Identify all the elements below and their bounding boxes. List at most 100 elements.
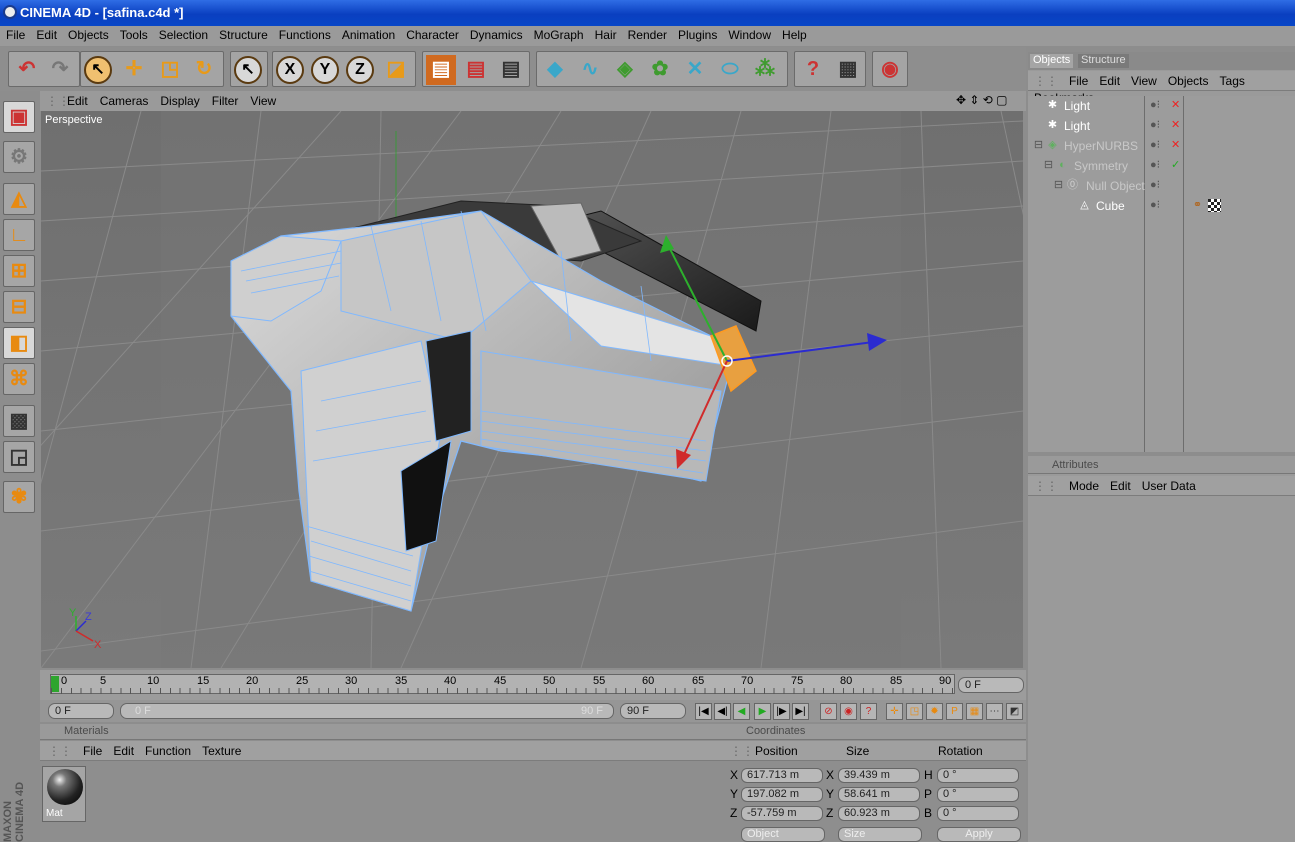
tab-structure[interactable]: Structure bbox=[1078, 54, 1129, 68]
keyframe-selection-icon[interactable]: ? bbox=[860, 703, 877, 720]
prev-key-icon[interactable]: ◀| bbox=[714, 703, 731, 720]
next-key-icon[interactable]: |▶ bbox=[773, 703, 790, 720]
menu-animation[interactable]: Animation bbox=[336, 26, 400, 42]
coordinate-mode-select[interactable]: Object bbox=[741, 827, 825, 842]
particle-icon[interactable]: ⁂ bbox=[750, 55, 780, 85]
key-scale-icon[interactable]: ◳ bbox=[906, 703, 923, 720]
menu-structure[interactable]: Structure bbox=[213, 26, 273, 42]
rotate-icon[interactable]: ↻ bbox=[189, 55, 219, 85]
viewport-nav-icons[interactable]: ✥ ⇕ ⟲ ▢ bbox=[956, 93, 1008, 107]
object-row-light-1[interactable]: ✱ Light ●⁝ ✕ bbox=[1028, 96, 1295, 116]
viewport-menu-view[interactable]: View bbox=[243, 91, 281, 108]
viewport-menu-cameras[interactable]: Cameras bbox=[93, 91, 154, 108]
play-backward-icon[interactable]: ◀ bbox=[733, 703, 750, 720]
end-frame-field[interactable]: 90 F bbox=[620, 703, 686, 719]
objects-menu-view[interactable]: View bbox=[1125, 71, 1162, 88]
pos-x-field[interactable]: 617.713 m bbox=[741, 768, 823, 783]
tweak-mode-icon[interactable]: ✾ bbox=[3, 481, 35, 513]
menu-hair[interactable]: Hair bbox=[589, 26, 622, 42]
coordinate-manager-icon[interactable]: ▦ bbox=[833, 55, 863, 85]
objects-menu-tags[interactable]: Tags bbox=[1214, 71, 1250, 88]
viewport-menu-filter[interactable]: Filter bbox=[205, 91, 244, 108]
cinema4d-app-icon[interactable] bbox=[3, 5, 17, 19]
layout-icon[interactable]: ▣ bbox=[3, 101, 35, 133]
array-icon[interactable]: ✿ bbox=[645, 55, 675, 85]
size-z-field[interactable]: 60.923 m bbox=[838, 806, 920, 821]
render-view-icon[interactable]: ▤ bbox=[426, 55, 456, 85]
play-forward-icon[interactable]: ▶ bbox=[754, 703, 771, 720]
cube-primitive-icon[interactable]: ◆ bbox=[540, 55, 570, 85]
model-mode-icon[interactable]: ◭ bbox=[3, 183, 35, 215]
objects-menu-objects[interactable]: Objects bbox=[1162, 71, 1214, 88]
collapse-icon[interactable]: ⊟ bbox=[1052, 179, 1065, 192]
select-icon[interactable]: ↖ bbox=[84, 56, 112, 84]
viewport-menu-edit[interactable]: Edit bbox=[60, 91, 93, 108]
timeline-options-icon[interactable]: ⋯ bbox=[986, 703, 1003, 720]
menu-edit[interactable]: Edit bbox=[30, 26, 62, 42]
world-coordinates-icon[interactable]: ◪ bbox=[381, 55, 411, 85]
menu-objects[interactable]: Objects bbox=[62, 26, 114, 42]
menu-render[interactable]: Render bbox=[622, 26, 672, 42]
attributes-menu-userdata[interactable]: User Data bbox=[1136, 476, 1201, 493]
live-select-icon[interactable]: ↖ bbox=[234, 56, 262, 84]
menu-mograph[interactable]: MoGraph bbox=[528, 26, 589, 42]
polygons-mode-icon[interactable]: ◧ bbox=[3, 327, 35, 359]
texture-mode-icon[interactable]: ⚙ bbox=[3, 141, 35, 173]
render-settings-icon[interactable]: ▤ bbox=[496, 55, 526, 85]
x-axis-lock[interactable]: X bbox=[276, 56, 304, 84]
material-tag-icon[interactable] bbox=[1208, 199, 1221, 212]
objects-menu-file[interactable]: File bbox=[1063, 71, 1093, 88]
size-y-field[interactable]: 58.641 m bbox=[838, 787, 920, 802]
viewport-menu-display[interactable]: Display bbox=[153, 91, 204, 108]
record-icon[interactable]: ⊘ bbox=[820, 703, 837, 720]
object-row-cube[interactable]: ◬ Cube ●⁝ ⚭ bbox=[1028, 196, 1295, 216]
scheme-icon[interactable]: ◩ bbox=[1006, 703, 1023, 720]
visibility-off-icon[interactable]: ✕ bbox=[1171, 118, 1180, 131]
points-mode-icon[interactable]: ⊞ bbox=[3, 255, 35, 287]
object-row-light-2[interactable]: ✱ Light ●⁝ ✕ bbox=[1028, 116, 1295, 136]
menu-character[interactable]: Character bbox=[400, 26, 464, 42]
visibility-off-icon[interactable]: ✕ bbox=[1171, 138, 1180, 151]
materials-menu-function[interactable]: Function bbox=[139, 741, 196, 758]
attributes-menu-mode[interactable]: Mode bbox=[1063, 476, 1104, 493]
key-rotation-icon[interactable]: ✹ bbox=[926, 703, 943, 720]
menu-functions[interactable]: Functions bbox=[273, 26, 336, 42]
menu-dynamics[interactable]: Dynamics bbox=[464, 26, 528, 42]
perspective-viewport[interactable]: Y Z X Perspective bbox=[41, 111, 1023, 668]
objects-menu-edit[interactable]: Edit bbox=[1093, 71, 1125, 88]
object-row-hypernurbs[interactable]: ⊟ ◈ HyperNURBS ●⁝ ✕ bbox=[1028, 136, 1295, 156]
pos-z-field[interactable]: -57.759 m bbox=[741, 806, 823, 821]
key-pla-icon[interactable]: ▦ bbox=[966, 703, 983, 720]
menu-window[interactable]: Window bbox=[722, 26, 776, 42]
size-mode-select[interactable]: Size bbox=[838, 827, 922, 842]
menu-file[interactable]: File bbox=[0, 26, 30, 42]
object-axis-icon[interactable]: ∟ bbox=[3, 219, 35, 251]
pos-y-field[interactable]: 197.082 m bbox=[741, 787, 823, 802]
goto-start-icon[interactable]: |◀ bbox=[695, 703, 712, 720]
edges-mode-icon[interactable]: ⊟ bbox=[3, 291, 35, 323]
phong-tag-icon[interactable]: ⚭ bbox=[1191, 199, 1204, 212]
material-swatch[interactable]: Mat bbox=[42, 766, 86, 822]
apply-button[interactable]: Apply bbox=[937, 827, 1021, 842]
materials-menu-edit[interactable]: Edit bbox=[107, 741, 139, 758]
range-slider[interactable]: 0 F 90 F bbox=[120, 703, 614, 719]
menu-selection[interactable]: Selection bbox=[153, 26, 213, 42]
timeline-ruler[interactable]: 0 5 10 15 20 25 30 35 40 45 50 55 60 65 … bbox=[50, 674, 956, 694]
start-frame-field[interactable]: 0 F bbox=[48, 703, 114, 719]
object-row-symmetry[interactable]: ⊟ ◐ Symmetry ●⁝ ✓ bbox=[1028, 156, 1295, 176]
render-picture-viewer-icon[interactable]: ▤ bbox=[461, 55, 491, 85]
undo-icon[interactable]: ↶ bbox=[12, 55, 42, 85]
object-row-null[interactable]: ⊟ ⓪ Null Object ●⁝ bbox=[1028, 176, 1295, 196]
move-icon[interactable]: ✛ bbox=[119, 55, 149, 85]
rot-p-field[interactable]: 0 ° bbox=[937, 787, 1019, 802]
size-x-field[interactable]: 39.439 m bbox=[838, 768, 920, 783]
key-position-icon[interactable]: ✛ bbox=[886, 703, 903, 720]
current-frame-field[interactable]: 0 F bbox=[958, 677, 1024, 693]
materials-menu-texture[interactable]: Texture bbox=[196, 741, 246, 758]
animation-mode-icon[interactable]: ⌘ bbox=[3, 363, 35, 395]
spline-icon[interactable]: ∿ bbox=[575, 55, 605, 85]
materials-menu-file[interactable]: File bbox=[77, 741, 107, 758]
menu-tools[interactable]: Tools bbox=[114, 26, 153, 42]
collapse-icon[interactable]: ⊟ bbox=[1042, 159, 1055, 172]
rot-h-field[interactable]: 0 ° bbox=[937, 768, 1019, 783]
